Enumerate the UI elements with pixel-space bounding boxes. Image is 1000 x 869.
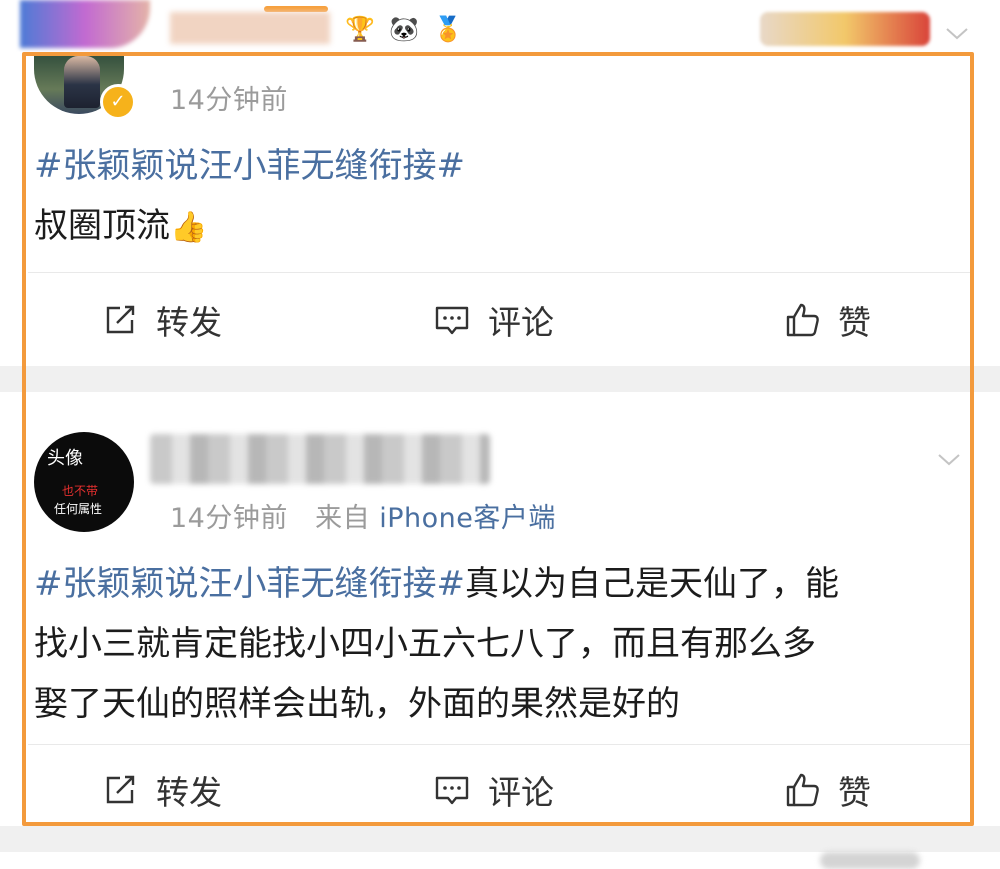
- divider: [28, 272, 972, 273]
- avatar-text: 也不带: [62, 484, 99, 498]
- comment-label: 评论: [488, 773, 554, 812]
- action-bar: 转发 评论 赞: [0, 290, 1000, 350]
- post-time: 14分钟前: [170, 85, 288, 116]
- avatar-text: 任何属性: [54, 502, 103, 516]
- panda-badge-icon: 🐼: [389, 15, 419, 43]
- repost-button[interactable]: 转发: [100, 290, 222, 350]
- post-text-line: 娶了天仙的照样会出轨，外面的果然是好的: [34, 684, 680, 724]
- post-card: ✓ 14分钟前 #张颖颖说汪小菲无缝衔接# 叔圈顶流👍 转发 评论 赞: [0, 52, 1000, 366]
- hashtag-link[interactable]: #张颖颖说汪小菲无缝衔接#: [34, 564, 465, 604]
- action-bar: 转发 评论 赞: [0, 760, 1000, 820]
- like-label: 赞: [838, 773, 871, 812]
- post-text: #张颖颖说汪小菲无缝衔接#真以为自己是天仙了，能 找小三就肯定能找小四小五六七八…: [34, 554, 964, 734]
- decoration-card: [760, 12, 930, 46]
- thumbs-up-emoji-icon: 👍: [170, 210, 208, 245]
- verified-icon: ✓: [100, 84, 136, 120]
- blurred-username[interactable]: [150, 434, 490, 484]
- divider: [28, 744, 972, 745]
- blurred-avatar: [20, 0, 150, 48]
- blurred-next-post: [820, 852, 920, 869]
- avatar-text: 头像: [47, 448, 83, 469]
- repost-label: 转发: [156, 303, 222, 342]
- top-strip: 🏆 🐼 🏅: [0, 0, 1000, 52]
- post-separator: [0, 826, 1000, 852]
- source-link[interactable]: iPhone客户端: [379, 503, 556, 534]
- source-prefix: 来自: [315, 503, 371, 534]
- comment-button[interactable]: 评论: [432, 290, 554, 350]
- post-time: 14分钟前: [170, 503, 288, 534]
- avatar[interactable]: 头像 也不带 任何属性: [34, 432, 134, 532]
- post-card: 头像 也不带 任何属性 14分钟前 来自 iPhone客户端 #张颖颖说汪小菲无…: [0, 392, 1000, 826]
- repost-label: 转发: [156, 773, 222, 812]
- medal-badge-icon: 🏅: [433, 15, 463, 43]
- chevron-down-icon[interactable]: [936, 446, 962, 472]
- like-label: 赞: [838, 303, 871, 342]
- post-text-line: 真以为自己是天仙了，能: [464, 564, 839, 604]
- comment-icon: [435, 306, 469, 335]
- trophy-badge-icon: 🏆: [345, 15, 375, 43]
- post-separator: [0, 366, 1000, 392]
- repost-icon: [106, 305, 135, 334]
- comment-label: 评论: [488, 303, 554, 342]
- repost-button[interactable]: 转发: [100, 760, 222, 820]
- comment-icon: [435, 776, 469, 805]
- comment-button[interactable]: 评论: [432, 760, 554, 820]
- chevron-down-icon[interactable]: [944, 20, 970, 46]
- like-icon: [786, 303, 819, 337]
- repost-icon: [106, 775, 135, 804]
- like-button[interactable]: 赞: [782, 760, 871, 820]
- post-text-line: 叔圈顶流: [34, 206, 170, 246]
- post-text: #张颖颖说汪小菲无缝衔接# 叔圈顶流👍: [34, 136, 465, 258]
- like-icon: [786, 773, 819, 807]
- like-button[interactable]: 赞: [782, 290, 871, 350]
- post-meta: 14分钟前 来自 iPhone客户端: [170, 496, 556, 535]
- hashtag-link[interactable]: #张颖颖说汪小菲无缝衔接#: [34, 146, 465, 186]
- post-text-line: 找小三就肯定能找小四小五六七八了，而且有那么多: [34, 624, 816, 664]
- blurred-username: [170, 12, 330, 44]
